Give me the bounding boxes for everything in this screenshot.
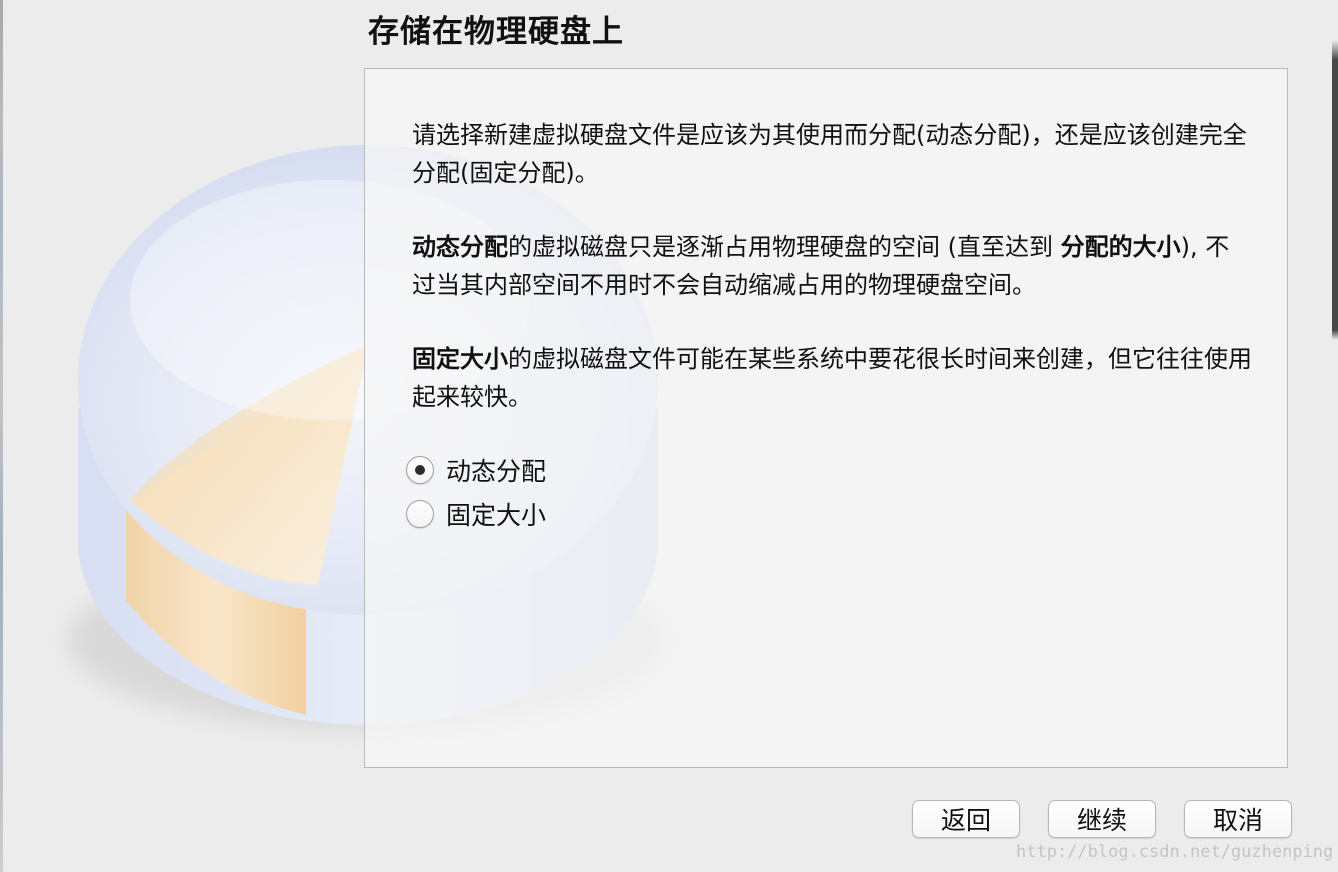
watermark: http://blog.csdn.net/guzhenping [1016,842,1334,862]
allocation-options: 动态分配 固定大小 [406,448,546,536]
option-dynamic-label: 动态分配 [446,457,547,486]
radio-fixed[interactable] [406,500,434,528]
radio-dynamic[interactable] [406,456,434,484]
allocated-size-term: 分配的大小 [1060,233,1181,261]
description-paragraph-1: 请选择新建虚拟硬盘文件是应该为其使用而分配(动态分配)，还是应该创建完全分配(固… [412,121,1247,187]
dialog-window: 存储在物理硬盘上 请选择新建虚拟硬盘文件是应该为其使用而分配(动态分配)，还是应… [0,0,1338,872]
radio-selected-dot-icon [415,465,425,475]
back-button[interactable]: 返回 [912,800,1020,838]
fixed-term: 固定大小 [412,345,508,373]
continue-button[interactable]: 继续 [1048,800,1156,838]
cancel-button[interactable]: 取消 [1184,800,1292,838]
description-paragraph-2: 动态分配的虚拟磁盘只是逐渐占用物理硬盘的空间 (直至达到 分配的大小), 不过当… [412,228,1252,304]
option-dynamic[interactable]: 动态分配 [406,448,546,492]
fixed-desc: 的虚拟磁盘文件可能在某些系统中要花很长时间来创建，但它往往使用起来较快。 [412,345,1252,411]
window-edge-left [0,0,3,872]
page-title: 存储在物理硬盘上 [368,14,624,50]
option-fixed-label: 固定大小 [446,501,547,530]
dynamic-term: 动态分配 [412,233,508,261]
dynamic-desc-1: 的虚拟磁盘只是逐渐占用物理硬盘的空间 (直至达到 [508,233,1061,261]
option-fixed[interactable]: 固定大小 [406,492,546,536]
window-edge-right [1332,0,1338,872]
description-paragraph-3: 固定大小的虚拟磁盘文件可能在某些系统中要花很长时间来创建，但它往往使用起来较快。 [412,340,1252,416]
description-text: 请选择新建虚拟硬盘文件是应该为其使用而分配(动态分配)，还是应该创建完全分配(固… [412,116,1252,452]
